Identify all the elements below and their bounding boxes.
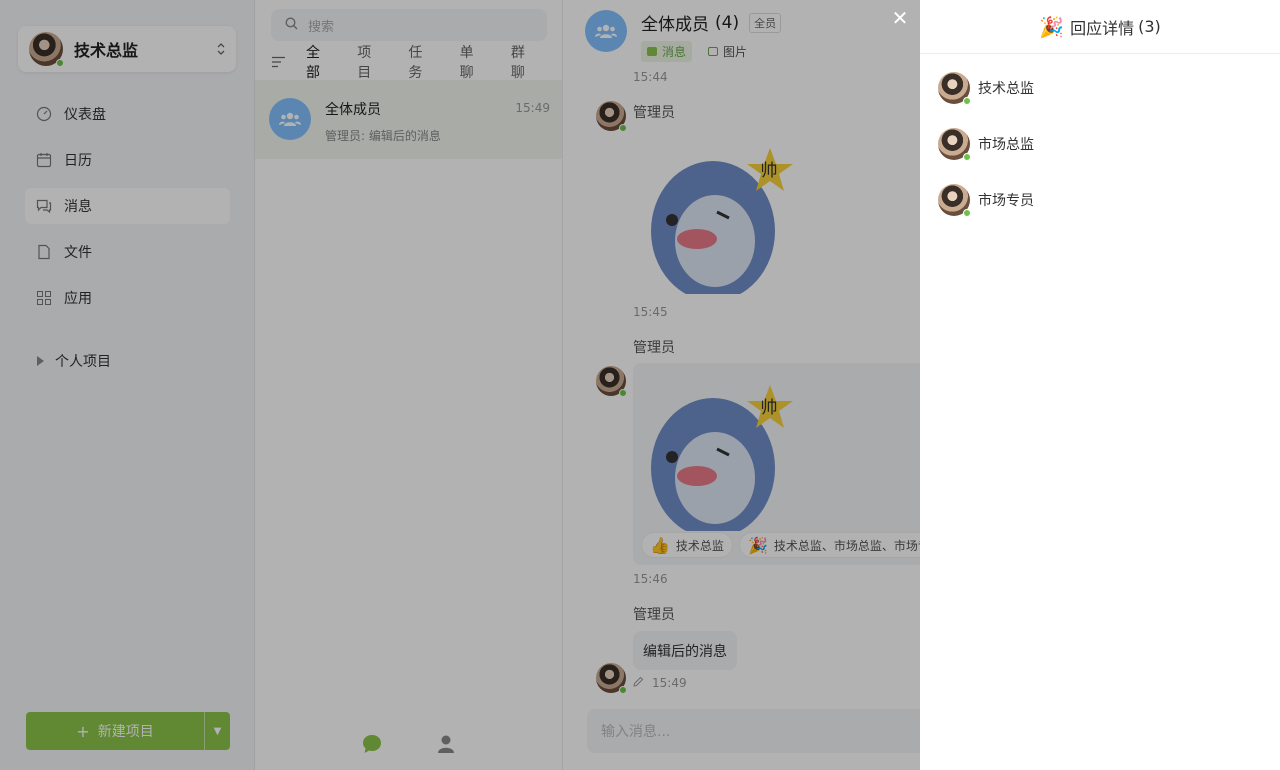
party-popper-icon: 🎉 [1039,14,1065,39]
reaction-user-name: 市场专员 [978,193,1034,209]
user-avatar [938,72,971,105]
reaction-user-item[interactable]: 技术总监 [920,72,1280,105]
modal-overlay[interactable] [0,0,920,770]
reaction-user-name: 市场总监 [978,137,1034,153]
user-avatar [938,184,971,217]
reaction-user-list: 技术总监 市场总监 市场专员 [920,54,1280,217]
reaction-details-drawer: 🎉 回应详情 (3) 技术总监 市场总监 市场专员 [920,0,1280,770]
reaction-user-item[interactable]: 市场总监 [920,128,1280,161]
drawer-header: 🎉 回应详情 (3) [920,0,1280,54]
reaction-user-name: 技术总监 [978,81,1034,97]
drawer-title: 回应详情 [1070,18,1135,38]
drawer-count: (3) [1138,17,1161,36]
close-icon[interactable]: ✕ [889,7,911,29]
user-avatar [938,128,971,161]
reaction-user-item[interactable]: 市场专员 [920,184,1280,217]
